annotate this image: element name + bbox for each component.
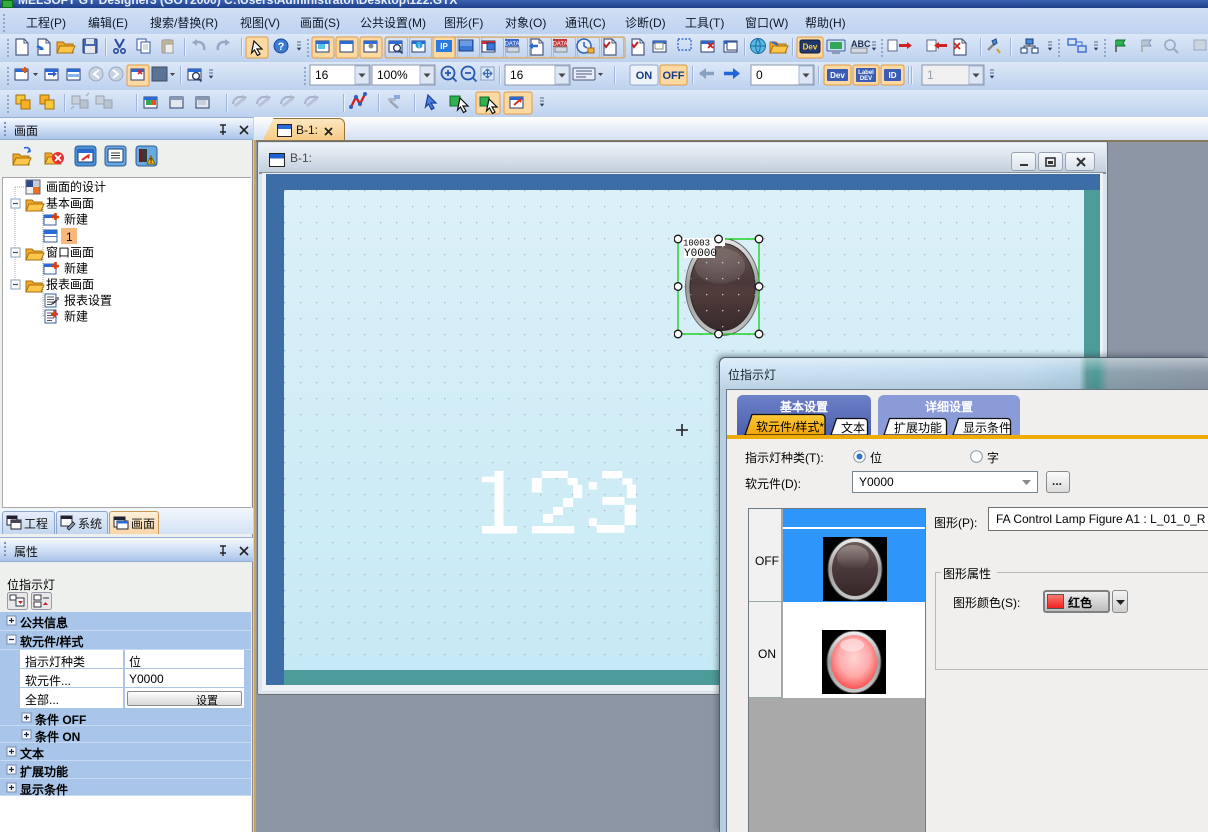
svg-text:Dev: Dev	[830, 71, 845, 80]
svg-text:软元件/样式*: 软元件/样式*	[756, 419, 824, 434]
svg-text:16: 16	[510, 68, 524, 82]
svg-text:DEV: DEV	[860, 76, 872, 82]
svg-text:IP: IP	[440, 42, 448, 51]
svg-text:100%: 100%	[377, 68, 408, 82]
svg-text:ON: ON	[636, 70, 653, 82]
svg-text:ID: ID	[889, 71, 897, 80]
svg-text:文本: 文本	[841, 420, 865, 435]
svg-text:显示条件: 显示条件	[963, 421, 1011, 435]
svg-text:?: ?	[278, 41, 285, 53]
svg-text:1: 1	[927, 68, 934, 82]
svg-text:0: 0	[756, 68, 763, 82]
svg-text:16: 16	[315, 68, 329, 82]
svg-text:Y0000: Y0000	[684, 248, 717, 260]
svg-text:扩展功能: 扩展功能	[894, 421, 942, 435]
svg-text:Dev: Dev	[803, 43, 818, 52]
svg-text:OFF: OFF	[663, 70, 685, 82]
